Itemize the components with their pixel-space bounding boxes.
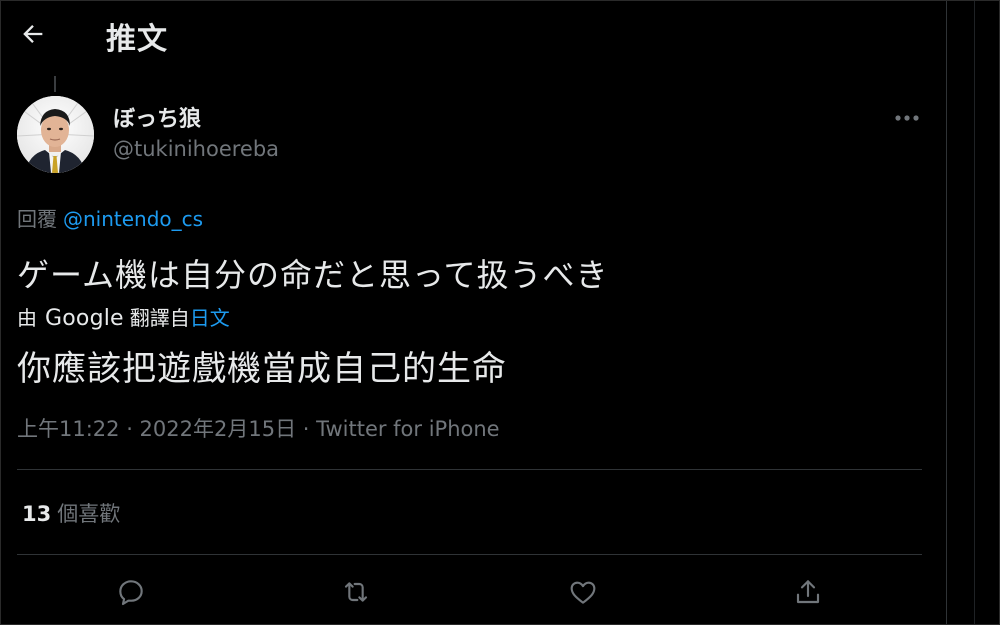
reply-bubble-icon — [119, 580, 143, 606]
likes-label: 個喜歡 — [57, 502, 121, 526]
divider — [17, 469, 922, 470]
author-display-name[interactable]: ぼっち狼 — [113, 101, 201, 133]
heart-icon — [570, 581, 596, 604]
tweet-text: ゲーム機は自分の命だと思って扱うべき — [17, 256, 609, 294]
tweet-timestamp[interactable]: 上午11:22 · 2022年2月15日 · — [17, 417, 316, 441]
tweet-detail-column: 推文 ぼっち狼 @tukinihoereba 回覆 @nintendo_cs ゲ… — [0, 0, 947, 625]
like-button[interactable] — [563, 572, 603, 612]
more-options-button[interactable] — [890, 104, 924, 132]
translated-by-prefix: 由 — [17, 306, 37, 330]
translated-tweet-text: 你應該把遊戲機當成自己的生命 — [17, 349, 507, 389]
avatar-portrait — [17, 96, 94, 173]
translated-from-label: 翻譯自 — [129, 306, 190, 330]
avatar[interactable] — [17, 96, 94, 173]
translation-provider: Google — [45, 306, 124, 331]
arrow-left-icon — [23, 25, 43, 43]
replying-to-label: 回覆 — [17, 207, 57, 231]
likes-count: 13 — [22, 502, 52, 526]
page-header: 推文 — [0, 0, 946, 66]
likes-count-link[interactable]: 13 個喜歡 — [22, 498, 120, 528]
reply-mention-link[interactable]: @nintendo_cs — [63, 207, 203, 231]
translation-attribution: 由 Google 翻譯自 日文 — [17, 302, 230, 331]
share-icon — [796, 580, 820, 604]
source-language-link[interactable]: 日文 — [190, 302, 230, 331]
retweet-button[interactable] — [336, 572, 376, 612]
replying-to-line: 回覆 @nintendo_cs — [17, 203, 203, 232]
tweet-source-link[interactable]: Twitter for iPhone — [316, 417, 500, 441]
more-horizontal-icon — [895, 115, 919, 121]
retweet-icon — [344, 582, 368, 602]
side-panel-edge — [947, 0, 1000, 625]
tweet-meta: 上午11:22 · 2022年2月15日 · Twitter for iPhon… — [17, 413, 500, 443]
share-button[interactable] — [788, 572, 828, 612]
thread-connector-line — [54, 76, 56, 92]
author-handle[interactable]: @tukinihoereba — [113, 137, 279, 161]
page-title: 推文 — [106, 22, 168, 57]
back-button[interactable] — [16, 17, 50, 51]
reply-button[interactable] — [111, 572, 151, 612]
divider — [17, 554, 922, 555]
side-panel-divider — [974, 0, 975, 625]
